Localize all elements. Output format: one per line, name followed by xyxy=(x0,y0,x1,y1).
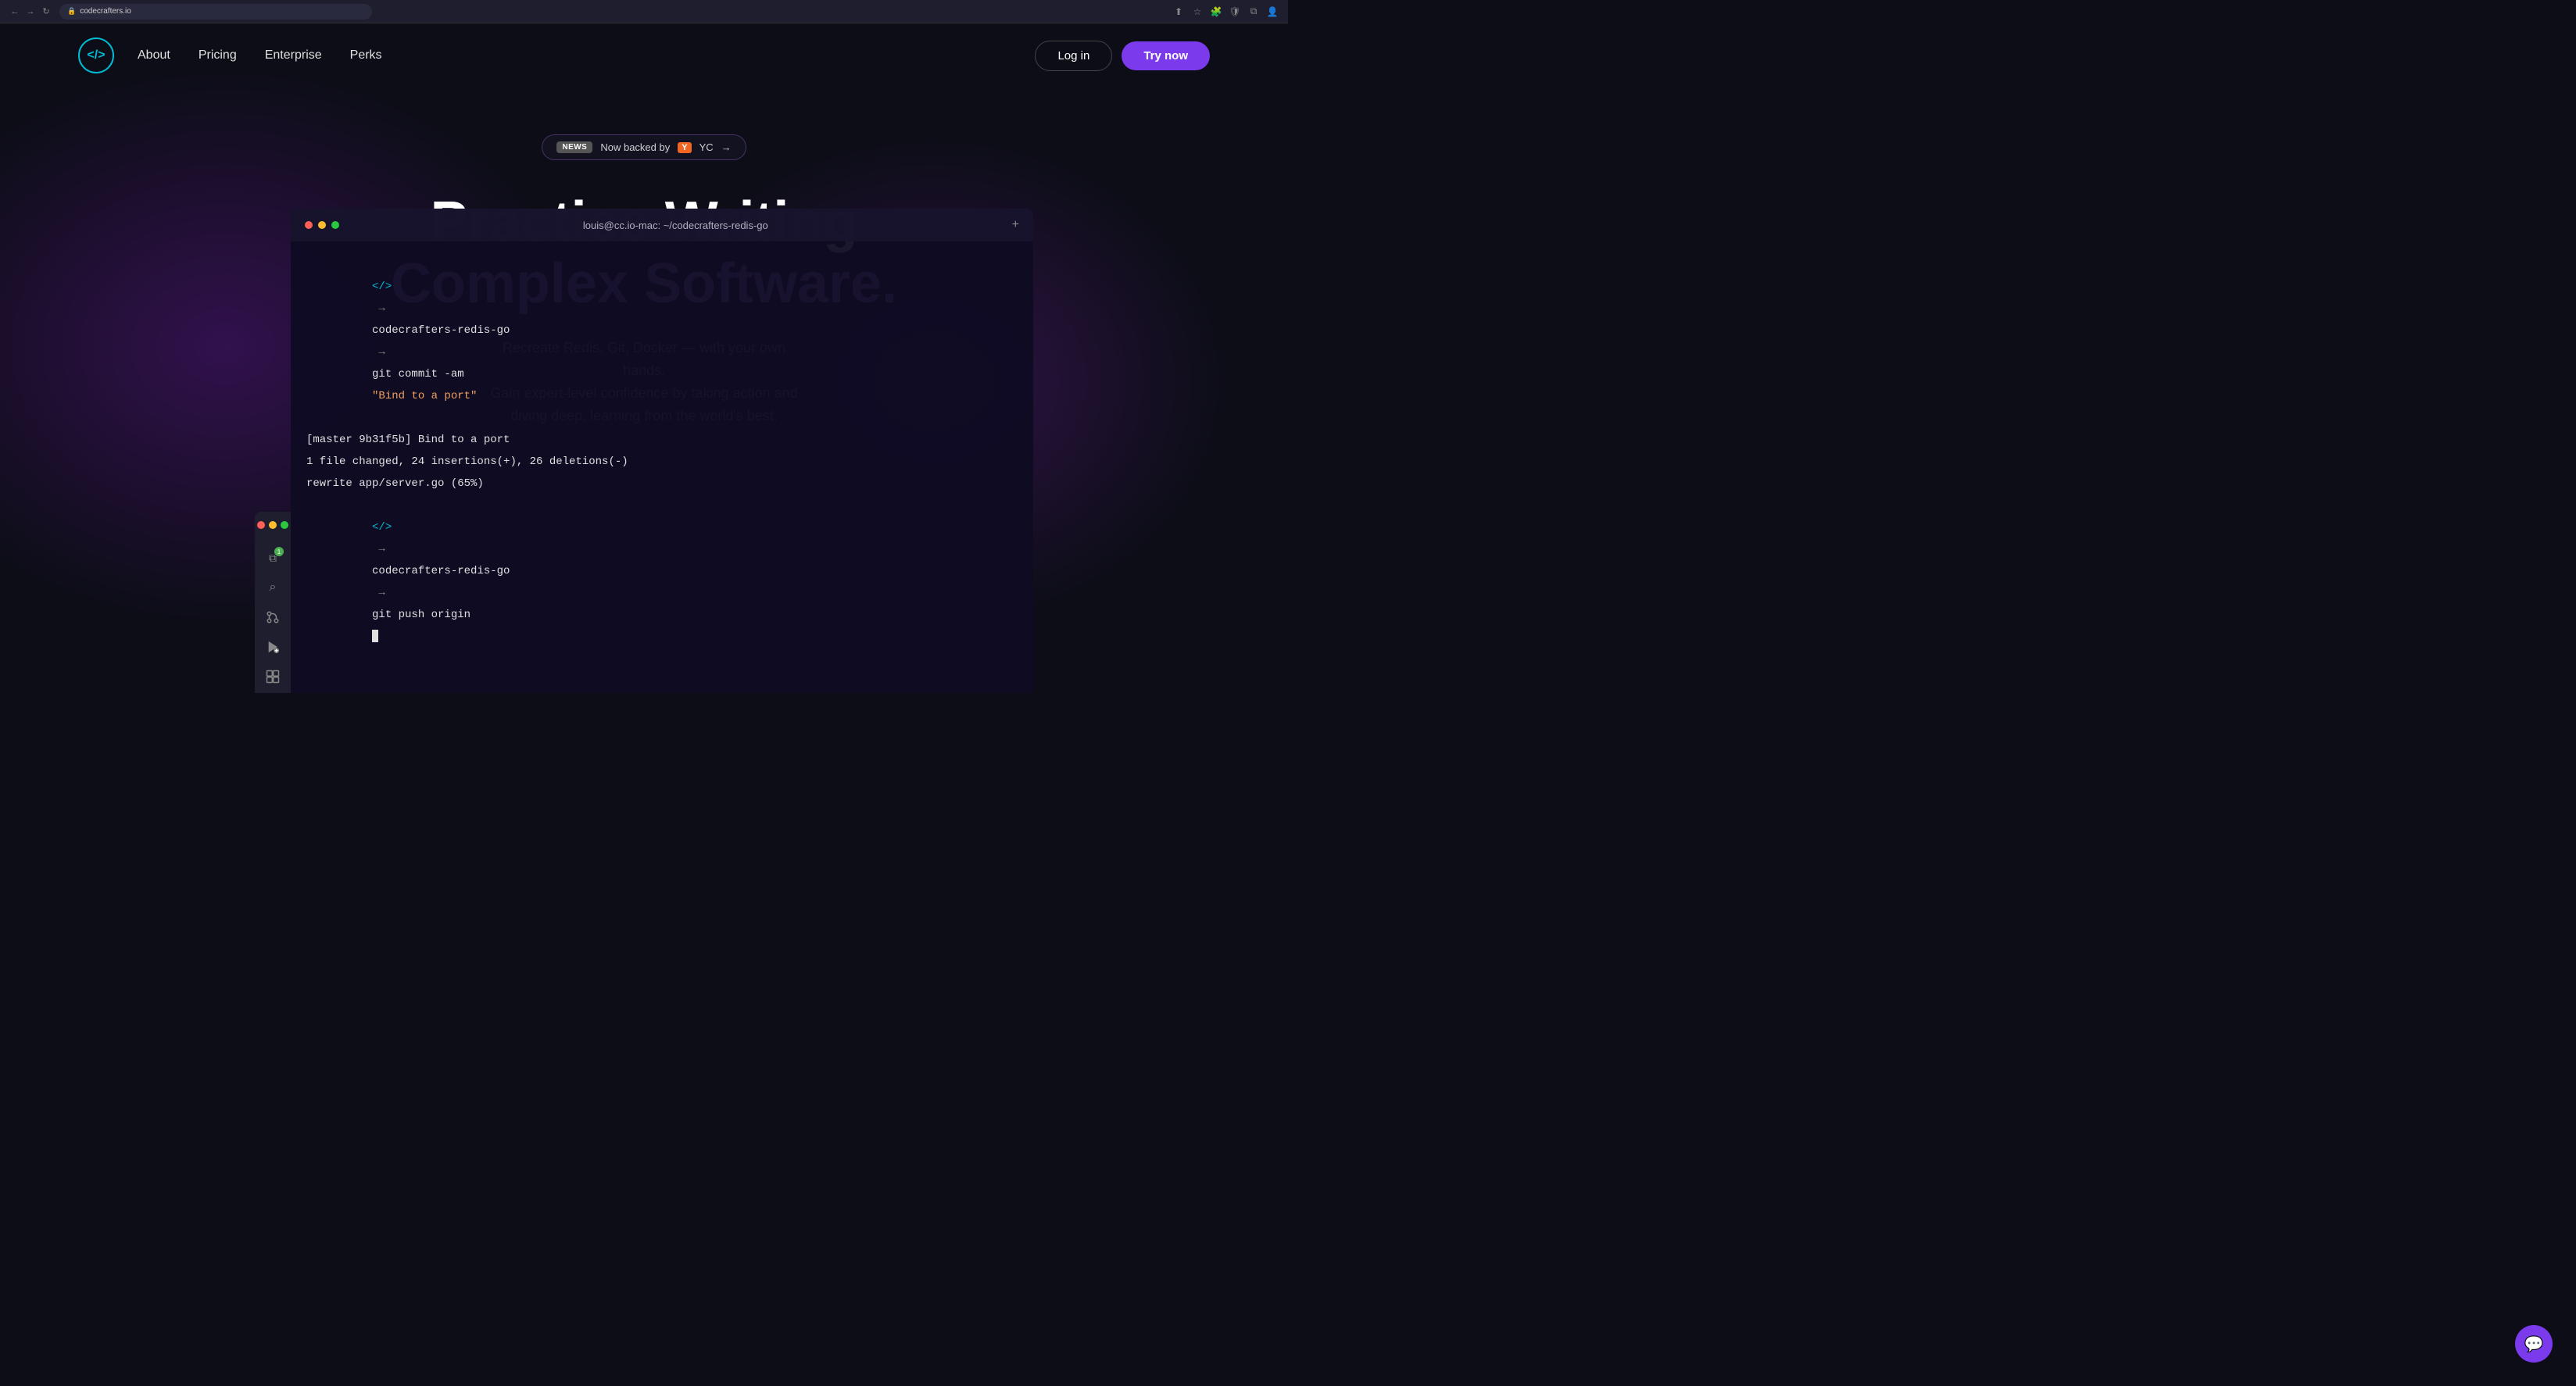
yc-badge: Y xyxy=(678,142,691,153)
nav-perks[interactable]: Perks xyxy=(350,48,382,63)
terminal-line-3: 1 file changed, 24 insertions(+), 26 del… xyxy=(306,451,1018,473)
browser-reload-button[interactable]: ↻ xyxy=(41,6,52,17)
navbar: </> About Pricing Enterprise Perks Log i… xyxy=(0,23,1288,88)
sidebar-source-control-icon[interactable] xyxy=(264,609,281,626)
shield-icon[interactable]: 🛡 xyxy=(1229,5,1241,18)
terminal-close-dot[interactable] xyxy=(305,221,313,229)
terminal-new-tab-button[interactable]: + xyxy=(1012,218,1019,232)
terminal-wrapper: ⧉ 1 ⌕ xyxy=(255,209,1033,693)
terminal-cmd-2: git push origin xyxy=(372,609,477,621)
terminal-prompt-2: </> xyxy=(372,521,392,534)
terminal-window-controls xyxy=(305,221,339,229)
browser-nav-icons: ← → ↻ xyxy=(9,6,52,17)
maximize-dot[interactable] xyxy=(281,521,288,529)
terminal-titlebar: louis@cc.io-mac: ~/codecrafters-redis-go… xyxy=(291,209,1033,241)
extensions-icon[interactable]: 🧩 xyxy=(1210,5,1222,18)
chat-icon: 💬 xyxy=(2524,1334,2544,1354)
terminal-title: louis@cc.io-mac: ~/codecrafters-redis-go xyxy=(339,220,1012,231)
terminal-line-1: </> → codecrafters-redis-go → git commit… xyxy=(306,254,1018,429)
terminal-line-2: [master 9b31f5b] Bind to a port xyxy=(306,429,1018,451)
share-icon[interactable]: ⬆ xyxy=(1172,5,1185,18)
try-now-button[interactable]: Try now xyxy=(1122,41,1210,70)
terminal-dir-2: codecrafters-redis-go xyxy=(372,565,510,577)
logo-circle: </> xyxy=(78,38,114,73)
sidebar-extensions-icon[interactable] xyxy=(264,668,281,685)
terminal-window: louis@cc.io-mac: ~/codecrafters-redis-go… xyxy=(291,209,1033,693)
login-button[interactable]: Log in xyxy=(1035,41,1112,71)
nav-enterprise[interactable]: Enterprise xyxy=(265,48,322,63)
nav-about[interactable]: About xyxy=(138,48,170,63)
sidebar-run-icon[interactable] xyxy=(264,638,281,655)
nav-pricing[interactable]: Pricing xyxy=(199,48,237,63)
profile-icon[interactable]: 👤 xyxy=(1266,5,1279,18)
terminal-line-5: </> → codecrafters-redis-go → git push o… xyxy=(306,495,1018,670)
terminal-body: </> → codecrafters-redis-go → git commit… xyxy=(291,241,1033,693)
terminal-maximize-dot[interactable] xyxy=(331,221,339,229)
news-arrow: → xyxy=(721,141,732,153)
vscode-window-controls xyxy=(257,521,288,529)
chat-button[interactable]: 💬 xyxy=(2515,1325,2553,1363)
logo[interactable]: </> xyxy=(78,38,114,73)
browser-actions: ⬆ ☆ 🧩 🛡 ⧉ 👤 xyxy=(1172,5,1279,18)
sidebar-search-icon[interactable]: ⌕ xyxy=(264,579,281,596)
lock-icon: 🔒 xyxy=(67,7,76,16)
sidebar-files-icon[interactable]: ⧉ 1 xyxy=(264,549,281,566)
browser-forward-button[interactable]: → xyxy=(25,6,36,17)
terminal-string-1: "Bind to a port" xyxy=(372,390,477,402)
terminal-cmd-1: git commit -am xyxy=(372,368,470,380)
news-badge[interactable]: NEWS Now backed by Y YC → xyxy=(542,134,746,160)
browser-back-button[interactable]: ← xyxy=(9,6,20,17)
vscode-sidebar: ⧉ 1 ⌕ xyxy=(255,512,291,693)
news-text: Now backed by xyxy=(600,141,670,153)
minimize-dot[interactable] xyxy=(269,521,277,529)
terminal-line-4: rewrite app/server.go (65%) xyxy=(306,473,1018,495)
split-view-icon[interactable]: ⧉ xyxy=(1247,5,1260,18)
terminal-cursor xyxy=(372,630,378,642)
url-text: codecrafters.io xyxy=(80,7,131,16)
terminal-dir-1: codecrafters-redis-go xyxy=(372,324,510,337)
close-dot[interactable] xyxy=(257,521,265,529)
browser-chrome: ← → ↻ 🔒 codecrafters.io ⬆ ☆ 🧩 🛡 ⧉ 👤 xyxy=(0,0,1288,23)
nav-links: About Pricing Enterprise Perks xyxy=(138,48,1035,63)
browser-url-bar[interactable]: 🔒 codecrafters.io xyxy=(59,4,372,20)
files-badge: 1 xyxy=(274,547,284,556)
news-label: NEWS xyxy=(556,141,592,153)
bookmark-icon[interactable]: ☆ xyxy=(1191,5,1204,18)
terminal-minimize-dot[interactable] xyxy=(318,221,326,229)
nav-actions: Log in Try now xyxy=(1035,41,1210,71)
terminal-prompt-1: </> xyxy=(372,280,392,293)
page-content: </> About Pricing Enterprise Perks Log i… xyxy=(0,23,1288,693)
yc-text: YC xyxy=(699,141,714,153)
